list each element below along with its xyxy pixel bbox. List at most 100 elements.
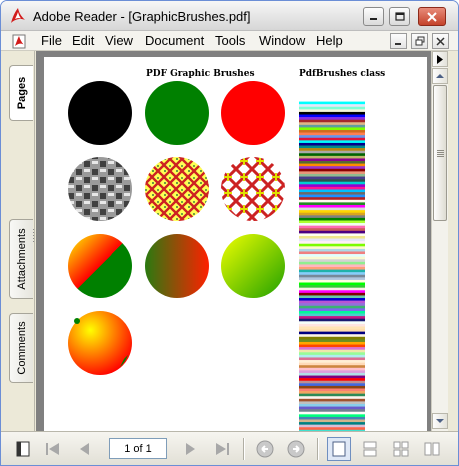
doc-minimize-button[interactable] — [390, 33, 407, 49]
brush-stripe — [299, 300, 365, 304]
brush-stripe — [299, 132, 365, 136]
brush-stripe — [299, 344, 365, 348]
menu-edit[interactable]: Edit — [72, 33, 94, 48]
continuous-view-button[interactable] — [358, 437, 382, 461]
brush-stripe — [299, 259, 365, 263]
vertical-scrollbar[interactable] — [431, 51, 448, 431]
last-page-button[interactable] — [212, 439, 232, 459]
continuous-facing-view-button[interactable] — [389, 437, 413, 461]
first-page-button[interactable] — [43, 439, 63, 459]
brush-stripe — [299, 362, 365, 366]
brush-stripe — [299, 124, 365, 128]
tab-pages[interactable]: Pages — [9, 65, 33, 121]
brush-stripe — [299, 246, 365, 250]
brush-stripe — [299, 339, 365, 343]
restore-icon — [415, 36, 424, 46]
document-view[interactable]: PDF Graphic Brushes PdfBrushes class — [36, 51, 431, 431]
menu-view[interactable]: View — [105, 33, 133, 48]
brush-stripe — [299, 171, 365, 175]
arrow-up-icon — [436, 74, 444, 78]
brush-stripe — [299, 419, 365, 423]
scroll-down-button[interactable] — [432, 413, 448, 429]
facing-view-button[interactable] — [420, 437, 444, 461]
brush-stripe — [299, 254, 365, 257]
brush-stripe — [299, 279, 365, 283]
single-page-icon — [332, 441, 346, 457]
brush-stripe — [299, 101, 365, 105]
menu-file[interactable]: File — [41, 33, 62, 48]
brush-stripe — [299, 225, 365, 229]
menu-help[interactable]: Help — [316, 33, 343, 48]
brush-stripe — [299, 378, 365, 382]
brush-stripe — [299, 179, 365, 182]
maximize-button[interactable] — [389, 7, 410, 26]
minimize-icon — [370, 18, 377, 20]
brush-samples — [68, 81, 365, 431]
close-icon — [436, 36, 445, 46]
brush-stripe — [299, 184, 365, 188]
brush-stripe — [299, 352, 365, 356]
close-icon — [427, 11, 437, 22]
app-window: Adobe Reader - [GraphicBrushes.pdf] File… — [0, 0, 459, 466]
brush-stripe — [299, 233, 365, 237]
brush-stripe — [299, 396, 365, 400]
toolbar-separator — [317, 438, 319, 460]
single-page-view-button[interactable] — [327, 437, 351, 461]
brush-stripe — [299, 393, 365, 397]
brush-stripe — [299, 145, 365, 149]
brush-stripe — [299, 248, 365, 252]
brush-stripe — [299, 176, 365, 180]
toolbar-separator — [243, 438, 245, 460]
brush-stripe — [299, 354, 365, 358]
navigation-panel: Pages Attachments Comments — [1, 51, 35, 431]
brush-stripe — [299, 135, 365, 139]
minimize-icon — [395, 42, 401, 45]
brush-stripe — [299, 313, 365, 317]
page-number-field[interactable]: 1 of 1 — [109, 438, 167, 459]
brush-stripe — [299, 290, 365, 294]
brush-stripe — [299, 277, 365, 281]
brush-stripe — [299, 370, 365, 374]
previous-view-button[interactable] — [255, 439, 275, 459]
brush-stripe — [299, 274, 365, 278]
document-icon — [12, 34, 26, 49]
facing-pages-icon — [424, 442, 440, 456]
menu-window[interactable]: Window — [259, 33, 305, 48]
minimize-button[interactable] — [363, 7, 384, 26]
brush-stripe — [299, 267, 365, 270]
adobe-reader-icon — [11, 8, 25, 23]
brush-stripe — [299, 380, 365, 384]
doc-restore-button[interactable] — [411, 33, 428, 49]
brush-stripe — [299, 202, 365, 206]
previous-page-button[interactable] — [74, 439, 94, 459]
brush-stripe — [299, 398, 365, 402]
brush-stripe — [299, 323, 365, 327]
next-page-button[interactable] — [181, 439, 201, 459]
brush-stripes — [299, 99, 365, 431]
panel-icon — [16, 441, 30, 457]
next-view-button[interactable] — [286, 439, 306, 459]
scroll-options-button[interactable] — [432, 51, 448, 67]
brush-stripe — [299, 411, 365, 415]
brush-stripe — [299, 238, 365, 242]
brush-stripe — [299, 117, 365, 120]
scroll-up-button[interactable] — [432, 68, 448, 84]
brush-stripe — [299, 173, 365, 177]
brush-stripe — [299, 365, 365, 369]
tab-pages-label: Pages — [15, 76, 28, 110]
close-button[interactable] — [418, 7, 446, 26]
scroll-thumb[interactable] — [433, 85, 447, 221]
brush-stripe — [299, 422, 365, 425]
brush-stripe — [299, 372, 365, 376]
tab-comments[interactable]: Comments — [9, 313, 33, 383]
panel-toggle-button[interactable] — [13, 439, 33, 459]
tab-attachments[interactable]: Attachments — [9, 219, 33, 299]
previous-page-icon — [80, 443, 89, 455]
menu-tools[interactable]: Tools — [215, 33, 245, 48]
brush-stripe — [299, 163, 365, 167]
doc-close-button[interactable] — [432, 33, 449, 49]
brush-stripe — [299, 150, 365, 154]
menu-document[interactable]: Document — [145, 33, 204, 48]
brush-stripe — [299, 310, 365, 314]
brush-stripe — [299, 256, 365, 260]
